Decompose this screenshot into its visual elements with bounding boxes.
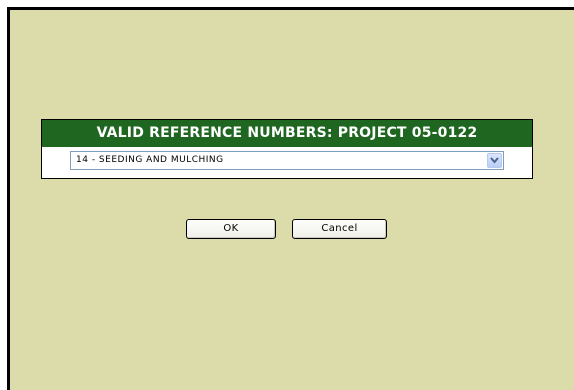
dropdown-button[interactable] [487,153,502,168]
panel-title: VALID REFERENCE NUMBERS: PROJECT 05-0122 [42,120,532,147]
panel-body: 14 - SEEDING AND MULCHING [42,147,532,178]
reference-numbers-panel: VALID REFERENCE NUMBERS: PROJECT 05-0122… [41,119,533,179]
chevron-down-icon [490,157,499,164]
reference-number-select[interactable]: 14 - SEEDING AND MULCHING [70,151,504,170]
cancel-button[interactable]: Cancel [292,219,387,239]
page: VALID REFERENCE NUMBERS: PROJECT 05-0122… [0,0,574,390]
ok-button[interactable]: OK [186,219,276,239]
dialog-frame: VALID REFERENCE NUMBERS: PROJECT 05-0122… [7,7,574,390]
select-value: 14 - SEEDING AND MULCHING [76,155,224,165]
